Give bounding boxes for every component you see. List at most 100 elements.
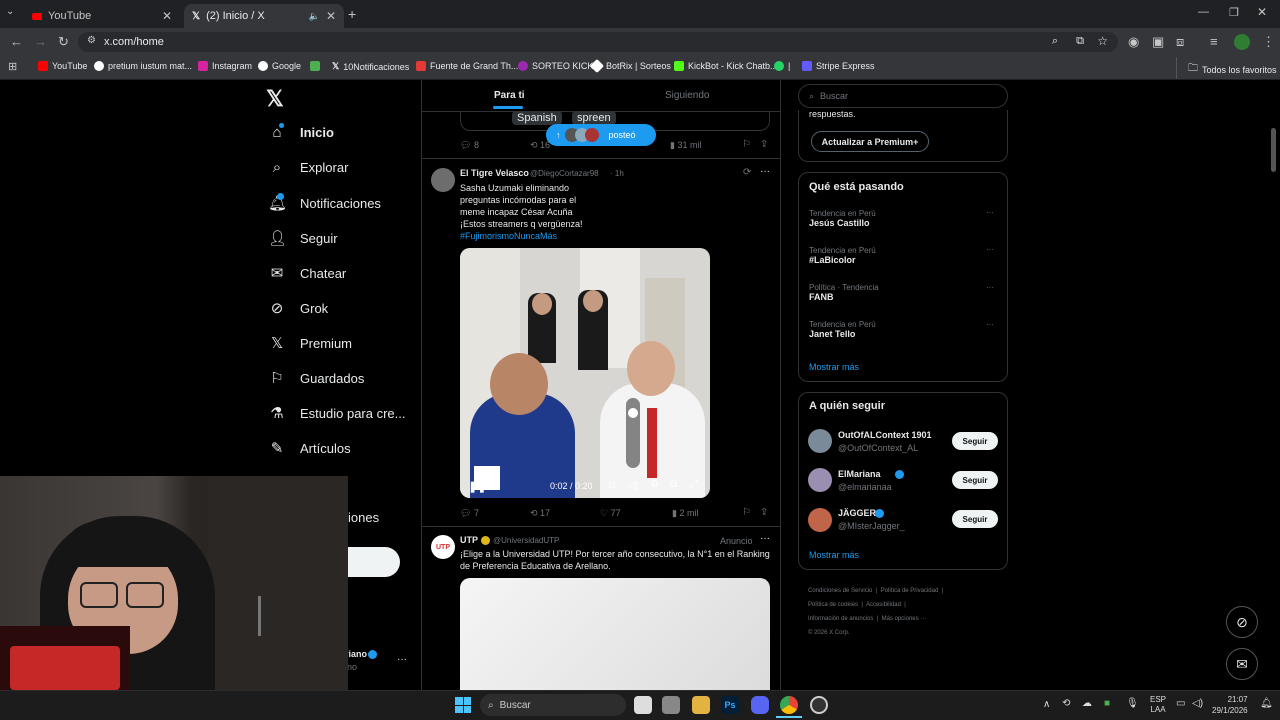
window-close-button[interactable]: ✕ bbox=[1257, 5, 1267, 19]
windows-start-icon[interactable] bbox=[455, 697, 471, 713]
more-icon[interactable]: ··· bbox=[986, 320, 994, 329]
post-time[interactable]: · 1h bbox=[610, 169, 624, 178]
bookmark-item[interactable]: Stripe Express bbox=[802, 61, 875, 71]
new-posts-pill[interactable]: ↑ posteó bbox=[546, 124, 656, 146]
speaker-icon[interactable]: 🔈 bbox=[309, 11, 320, 22]
photoshop-icon[interactable]: Ps bbox=[721, 696, 739, 714]
bookmark-item[interactable]: BotRix | Sorteos bbox=[589, 58, 671, 74]
more-icon[interactable]: ··· bbox=[986, 283, 994, 292]
volume-handle[interactable] bbox=[628, 408, 638, 418]
avatar[interactable] bbox=[808, 508, 832, 532]
tab-youtube[interactable]: YouTube ✕ bbox=[24, 4, 180, 28]
tray-icon[interactable]: ⟲ bbox=[1062, 698, 1070, 709]
bookmark-item[interactable]: YouTube bbox=[38, 61, 87, 71]
reply-button[interactable]: 💬︎ 7 bbox=[460, 508, 479, 519]
network-icon[interactable]: ▭ bbox=[1176, 698, 1185, 709]
back-icon[interactable]: ← bbox=[10, 34, 23, 49]
media-control-icon[interactable]: ≡ bbox=[1210, 34, 1218, 49]
site-info-icon[interactable]: ⚙ bbox=[87, 35, 96, 46]
bookmark-item[interactable]: pretium iustum mat... bbox=[94, 61, 192, 71]
reload-icon[interactable]: ↻ bbox=[58, 34, 69, 50]
messages-float-button[interactable]: ✉ bbox=[1226, 648, 1258, 680]
nav-item-chat[interactable]: ✉ Chatear bbox=[268, 264, 347, 282]
share-icon[interactable]: ⇪ bbox=[760, 507, 768, 518]
nav-item-explore[interactable]: ⌕ Explorar bbox=[268, 159, 349, 176]
install-icon[interactable]: ⧉ bbox=[1076, 35, 1084, 48]
taskbar-search[interactable]: ⌕ Buscar bbox=[480, 694, 626, 716]
bookmark-item[interactable] bbox=[310, 61, 320, 71]
file-explorer-icon[interactable] bbox=[692, 696, 710, 714]
nav-item-premium[interactable]: 𝕏 Premium bbox=[268, 334, 352, 352]
avatar[interactable] bbox=[808, 468, 832, 492]
notification-bell-icon[interactable]: 🔔︎ bbox=[1260, 698, 1273, 709]
grok-float-button[interactable]: ⊘ bbox=[1226, 606, 1258, 638]
pause-icon[interactable]: ❚❚ bbox=[468, 480, 486, 493]
nav-item-bookmarks[interactable]: ⚐ Guardados bbox=[268, 369, 364, 387]
extension-icon[interactable]: ▣ bbox=[1152, 34, 1164, 50]
grok-icon[interactable]: ⟳ bbox=[743, 167, 751, 178]
nav-item-creator-studio[interactable]: ⚗ Estudio para cre... bbox=[268, 404, 405, 422]
video-player[interactable]: ❚❚ 0:02 / 0:20 ⊡ ◁) ⚙ ⧉ ⤢ bbox=[460, 248, 710, 498]
language-indicator[interactable]: ESP LAA bbox=[1150, 695, 1166, 715]
bookmark-item[interactable]: Instagram bbox=[198, 61, 252, 71]
more-icon[interactable]: ··· bbox=[760, 533, 770, 544]
views-button[interactable]: ▮ 31 mil bbox=[670, 140, 701, 151]
repost-button[interactable]: ⟲ 17 bbox=[530, 508, 550, 519]
clock[interactable]: 21:07 29/1/2026 bbox=[1212, 694, 1248, 716]
tab-siguiendo[interactable]: Siguiendo bbox=[665, 90, 709, 101]
bookmark-item[interactable]: Google bbox=[258, 61, 301, 71]
follow-button[interactable]: Seguir bbox=[952, 471, 998, 489]
show-more-link[interactable]: Mostrar más bbox=[809, 550, 859, 560]
more-icon[interactable]: ··· bbox=[986, 208, 994, 217]
avatar[interactable] bbox=[431, 168, 455, 192]
nav-item-notifications[interactable]: 🔔︎ Notificaciones bbox=[268, 194, 381, 212]
tab-search-icon[interactable]: ⌄ bbox=[6, 6, 14, 17]
reply-button[interactable]: 💬︎ 8 bbox=[460, 140, 479, 151]
new-tab-button[interactable]: + bbox=[348, 6, 356, 22]
views-button[interactable]: ▮ 2 mil bbox=[672, 508, 698, 519]
speaker-icon[interactable]: ◁) bbox=[628, 480, 638, 491]
tray-overflow-icon[interactable]: ∧ bbox=[1043, 699, 1050, 710]
menu-icon[interactable]: ⋮ bbox=[1262, 34, 1275, 50]
trend-item[interactable]: Política · Tendencia FANB bbox=[809, 283, 879, 302]
fullscreen-icon[interactable]: ⤢ bbox=[690, 479, 698, 490]
ad-image[interactable] bbox=[460, 578, 770, 690]
close-icon[interactable]: ✕ bbox=[162, 9, 172, 23]
avatar[interactable]: UTP bbox=[431, 535, 455, 559]
author-handle[interactable]: @DiegoCortazar98 bbox=[530, 169, 599, 178]
scrollbar-thumb[interactable] bbox=[1271, 128, 1276, 172]
tab-x[interactable]: 𝕏 (2) Inicio / X 🔈 ✕ bbox=[184, 4, 344, 28]
trend-item[interactable]: Tendencia en Perú Janet Tello bbox=[809, 320, 876, 339]
close-icon[interactable]: ✕ bbox=[326, 9, 336, 23]
bookmark-item[interactable]: Fuente de Grand Th... bbox=[416, 61, 518, 71]
follow-name[interactable]: JÄGGER bbox=[838, 508, 876, 518]
author-name[interactable]: UTP bbox=[460, 535, 478, 545]
volume-icon[interactable]: ◁) bbox=[1192, 698, 1203, 709]
trend-item[interactable]: Tendencia en Perú Jesús Castillo bbox=[809, 209, 876, 228]
chrome-icon[interactable] bbox=[780, 696, 798, 714]
follow-name[interactable]: OutOfALContext 1901 bbox=[838, 430, 932, 440]
minimize-button[interactable]: — bbox=[1198, 6, 1209, 18]
more-icon[interactable]: ··· bbox=[986, 245, 994, 254]
mic-icon[interactable]: 🎙︎ bbox=[1126, 698, 1139, 709]
profile-avatar[interactable] bbox=[1234, 34, 1250, 50]
follow-button[interactable]: Seguir bbox=[952, 432, 998, 450]
discord-icon[interactable] bbox=[751, 696, 769, 714]
extension-icon[interactable]: ◉ bbox=[1128, 34, 1139, 50]
author-name[interactable]: El Tigre Velasco bbox=[460, 168, 529, 178]
follow-name[interactable]: ElMariana bbox=[838, 469, 881, 479]
nav-item-home[interactable]: ⌂ Inicio bbox=[268, 124, 333, 141]
bookmark-star-icon[interactable]: ☆ bbox=[1097, 34, 1108, 48]
onedrive-icon[interactable]: ☁ bbox=[1082, 698, 1092, 709]
tray-icon[interactable]: ■ bbox=[1104, 698, 1110, 709]
nav-item-grok[interactable]: ⊘ Grok bbox=[268, 299, 328, 317]
tab-para-ti[interactable]: Para ti bbox=[494, 90, 525, 101]
author-handle[interactable]: @UniversidadUTP bbox=[493, 536, 559, 545]
address-bar[interactable]: ⚙ x.com/home ⌕ ⧉ ☆ bbox=[78, 32, 1118, 52]
popout-icon[interactable]: ⧉ bbox=[670, 479, 677, 490]
nav-item-articles[interactable]: ✎ Artículos bbox=[268, 439, 351, 457]
upgrade-premium-button[interactable]: Actualizar a Premium+ bbox=[811, 131, 929, 152]
app-icon[interactable] bbox=[810, 696, 828, 714]
more-icon[interactable]: ··· bbox=[760, 166, 770, 177]
bookmark-item[interactable]: SORTEO KICK bbox=[518, 61, 593, 71]
